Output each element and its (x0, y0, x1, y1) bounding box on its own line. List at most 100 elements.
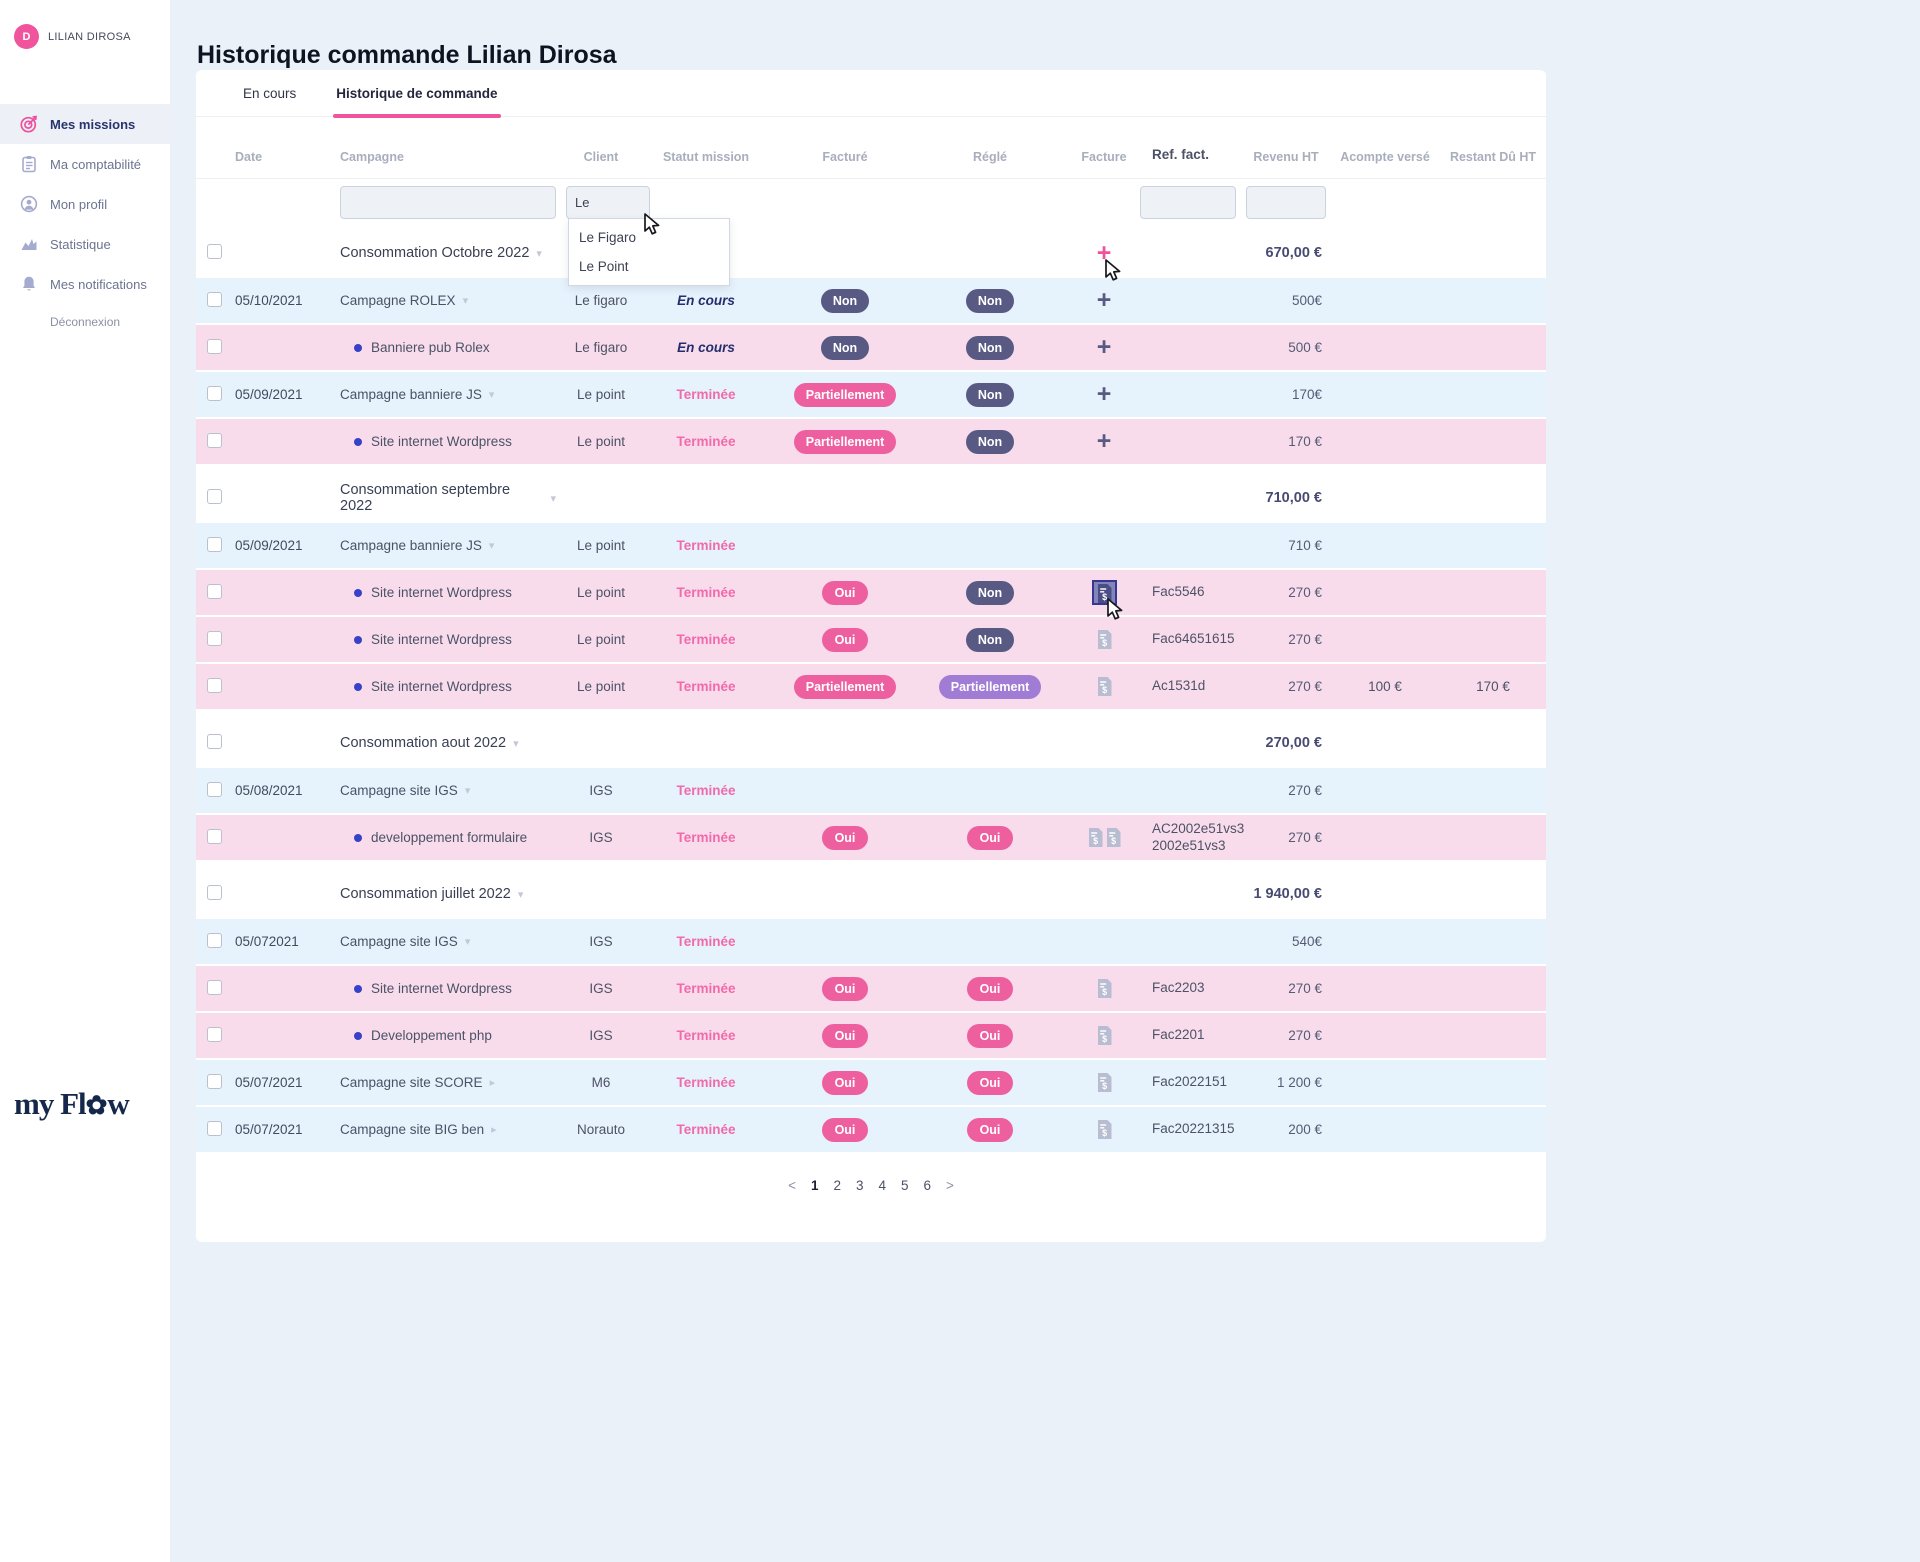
sidebar-item-mes-notifications[interactable]: Mes notifications (0, 264, 170, 304)
row-checkbox[interactable] (207, 433, 222, 448)
pagination-page-5[interactable]: 5 (901, 1178, 909, 1193)
ref-fact-value: Fac2022151 (1152, 1074, 1242, 1091)
row-checkbox[interactable] (207, 933, 222, 948)
sidebar-item-statistique[interactable]: Statistique (0, 224, 170, 264)
dropdown-option-le-figaro[interactable]: Le Figaro (569, 223, 729, 252)
caret-down-icon[interactable]: ▾ (489, 539, 495, 552)
regle-badge: Non (966, 628, 1014, 652)
row-checkbox[interactable] (207, 782, 222, 797)
svg-text:$: $ (1102, 987, 1107, 997)
group-name: Consommation aout 2022 (340, 735, 506, 751)
sidebar-item-mon-profil[interactable]: Mon profil (0, 184, 170, 224)
sidebar-item-mes-missions[interactable]: Mes missions (0, 104, 170, 144)
caret-down-icon[interactable]: ▾ (463, 294, 469, 307)
caret-down-icon[interactable]: ▾ (536, 247, 542, 260)
caret-down-icon[interactable]: ▾ (513, 737, 519, 750)
group-total-value: 710,00 € (1266, 490, 1322, 506)
row-checkbox[interactable] (207, 885, 222, 900)
regle-badge-cell: Non (924, 628, 1056, 652)
checkbox-cell (196, 933, 226, 951)
invoice-dollar-icon[interactable]: $ (1097, 677, 1112, 696)
clipboard-icon (20, 155, 38, 173)
add-invoice-icon[interactable]: + (1097, 382, 1112, 407)
client-filter-input[interactable] (566, 186, 650, 219)
facture-badge: Non (821, 336, 869, 360)
sidebar-item-deconnexion[interactable]: Déconnexion (0, 304, 170, 340)
caret-right-icon[interactable]: ▸ (490, 1076, 496, 1089)
row-checkbox[interactable] (207, 1074, 222, 1089)
ref-fact-value: Fac20221315 (1152, 1121, 1242, 1138)
table-row: 05/07/2021Campagne site BIG ben▸NorautoT… (196, 1107, 1546, 1152)
campagne-cell: Campagne site IGS▾ (336, 783, 556, 798)
revenu-filter-input[interactable] (1246, 186, 1326, 219)
acompte-cell: 100 € (1330, 679, 1440, 694)
caret-down-icon[interactable]: ▾ (465, 935, 471, 948)
caret-right-icon[interactable]: ▸ (491, 1123, 497, 1136)
table-row: Site internet WordpressIGSTerminéeOuiOui… (196, 966, 1546, 1011)
facture-icon-cell: $ (1056, 630, 1152, 649)
row-checkbox[interactable] (207, 584, 222, 599)
ref-fact-filter-input[interactable] (1140, 186, 1236, 219)
facture-badge-cell: Non (766, 289, 924, 313)
group-name: Consommation septembre 2022 (340, 482, 543, 514)
date-value: 05/07/2021 (235, 1122, 303, 1137)
row-checkbox[interactable] (207, 1121, 222, 1136)
invoice-dollar-icon[interactable]: $ (1097, 1026, 1112, 1045)
invoice-dollar-icon[interactable]: $ (1097, 1073, 1112, 1092)
caret-down-icon[interactable]: ▾ (518, 888, 524, 901)
invoice-dollar-icons[interactable]: $$ (1088, 828, 1121, 847)
campagne-filter-input[interactable] (340, 186, 556, 219)
add-invoice-icon[interactable]: + (1097, 288, 1112, 313)
facture-badge: Oui (822, 977, 868, 1001)
add-invoice-icon[interactable]: + (1097, 241, 1112, 266)
sidebar-item-ma-comptabilite[interactable]: Ma comptabilité (0, 144, 170, 184)
pagination-page-4[interactable]: 4 (879, 1178, 887, 1193)
row-checkbox[interactable] (207, 537, 222, 552)
row-checkbox[interactable] (207, 631, 222, 646)
row-checkbox[interactable] (207, 339, 222, 354)
statut-value: Terminée (676, 585, 735, 600)
statut-value: Terminée (676, 1075, 735, 1090)
caret-down-icon[interactable]: ▾ (465, 784, 471, 797)
client-cell: M6 (556, 1075, 646, 1090)
table-rows: Consommation Octobre 2022▾+670,00 €05/10… (196, 227, 1546, 1152)
client-cell: IGS (556, 830, 646, 845)
row-checkbox[interactable] (207, 386, 222, 401)
invoice-dollar-icon-selected[interactable]: $ (1092, 580, 1117, 605)
pagination-page-2[interactable]: 2 (833, 1178, 841, 1193)
campagne-name: Developpement php (371, 1028, 492, 1043)
pagination-page-1[interactable]: 1 (811, 1178, 819, 1193)
add-invoice-icon[interactable]: + (1097, 429, 1112, 454)
pagination-page-6[interactable]: 6 (924, 1178, 932, 1193)
row-checkbox[interactable] (207, 244, 222, 259)
date-value: 05/08/2021 (235, 783, 303, 798)
user-info: D LILIAN DIROSA (14, 24, 131, 49)
invoice-dollar-icon[interactable]: $ (1097, 630, 1112, 649)
row-checkbox[interactable] (207, 980, 222, 995)
checkbox-cell (196, 386, 226, 404)
row-checkbox[interactable] (207, 292, 222, 307)
regle-badge: Oui (967, 826, 1013, 850)
flower-icon: ✿ (86, 1091, 108, 1120)
pagination-page-3[interactable]: 3 (856, 1178, 864, 1193)
ref-fact-cell: Fac2201 (1152, 1027, 1242, 1044)
regle-badge: Non (966, 581, 1014, 605)
row-checkbox[interactable] (207, 829, 222, 844)
row-checkbox[interactable] (207, 734, 222, 749)
tab-en-cours[interactable]: En cours (243, 70, 296, 116)
invoice-dollar-icon[interactable]: $ (1097, 1120, 1112, 1139)
caret-down-icon[interactable]: ▾ (550, 492, 556, 505)
column-header-campagne: Campagne (336, 150, 556, 164)
pagination-next[interactable]: > (946, 1178, 954, 1193)
regle-badge-cell: Oui (924, 1071, 1056, 1095)
row-checkbox[interactable] (207, 678, 222, 693)
dropdown-option-le-point[interactable]: Le Point (569, 252, 729, 281)
invoice-dollar-icon[interactable]: $ (1097, 979, 1112, 998)
column-header-facture: Facturé (766, 150, 924, 164)
caret-down-icon[interactable]: ▾ (489, 388, 495, 401)
add-invoice-icon[interactable]: + (1097, 335, 1112, 360)
row-checkbox[interactable] (207, 489, 222, 504)
pagination-prev[interactable]: < (788, 1178, 796, 1193)
row-checkbox[interactable] (207, 1027, 222, 1042)
tab-historique-de-commande[interactable]: Historique de commande (336, 70, 497, 116)
